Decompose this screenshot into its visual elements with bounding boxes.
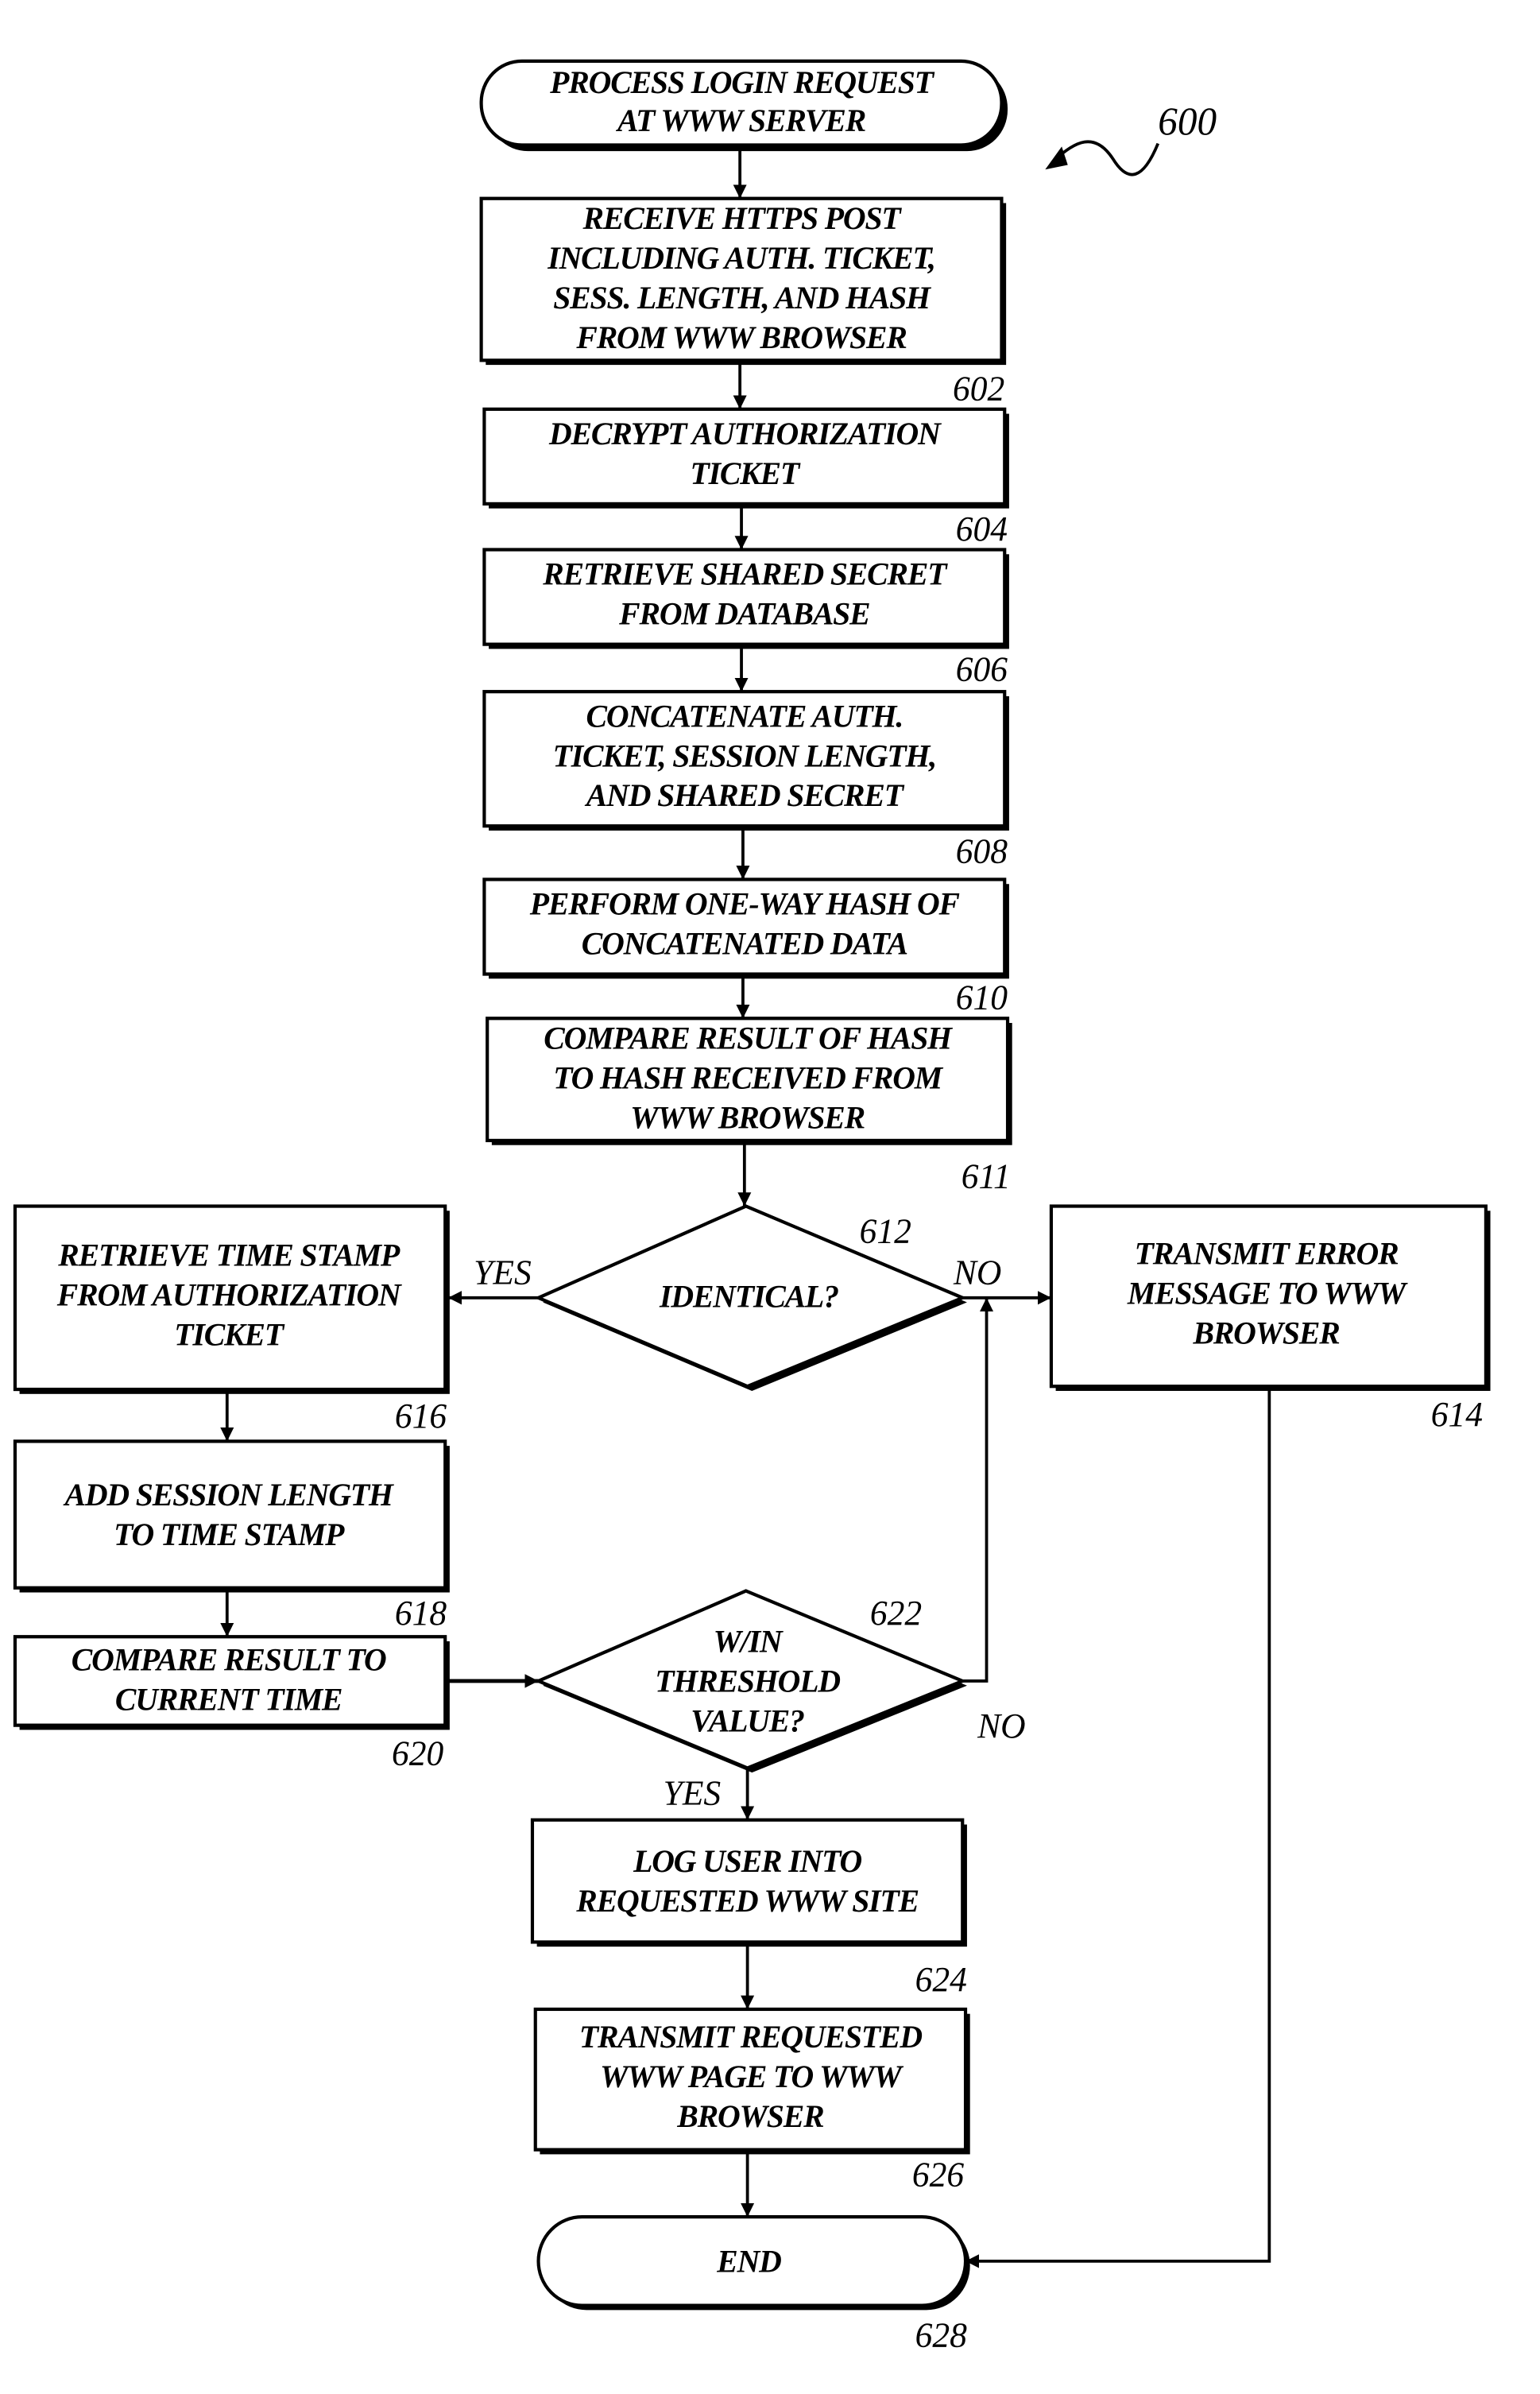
node-620-line: COMPARE RESULT TO	[72, 1641, 386, 1677]
node-611-line: WWW BROWSER	[630, 1099, 865, 1135]
decision-612-yes-label: YES	[474, 1253, 532, 1292]
node-602: RECEIVE HTTPS POST INCLUDING AUTH. TICKET…	[479, 196, 1007, 408]
node-614-line: MESSAGE TO WWW	[1127, 1275, 1408, 1311]
decision-612: IDENTICAL? 612 YES NO	[474, 1204, 1001, 1391]
node-624-line: LOG USER INTO	[633, 1843, 861, 1879]
start-text-line: PROCESS LOGIN REQUEST	[549, 64, 934, 100]
ref-624: 624	[915, 1961, 967, 1999]
node-602-line: FROM WWW BROWSER	[575, 320, 907, 355]
node-626-line: BROWSER	[676, 2098, 824, 2134]
ref-611: 611	[962, 1157, 1011, 1195]
node-618: ADD SESSION LENGTH TO TIME STAMP 618	[13, 1439, 450, 1633]
node-614-line: TRANSMIT ERROR	[1135, 1235, 1399, 1271]
node-606-line: FROM DATABASE	[618, 595, 869, 631]
node-608-line: TICKET, SESSION LENGTH,	[553, 738, 936, 773]
svg-text:CONCATENATE AUTH.TICKET, SESSI: CONCATENATE AUTH. TICKET, SESSION LENGTH,…	[553, 698, 936, 813]
node-624-line: REQUESTED WWW SITE	[575, 1883, 919, 1919]
node-616-line: FROM AUTHORIZATION	[56, 1276, 403, 1312]
decision-612-text: IDENTICAL?	[659, 1278, 838, 1314]
ref-604: 604	[956, 510, 1008, 548]
node-618-line: ADD SESSION LENGTH	[63, 1477, 395, 1513]
node-610-line: CONCATENATED DATA	[582, 925, 908, 961]
decision-612-no-label: NO	[953, 1253, 1001, 1292]
node-604-line: TICKET	[690, 455, 800, 491]
decision-622-no-label: NO	[977, 1707, 1025, 1745]
node-626: TRANSMIT REQUESTED WWW PAGE TO WWW BROWSER…	[533, 2007, 970, 2194]
figure-number: 600	[1158, 99, 1217, 143]
ref-626: 626	[912, 2156, 964, 2194]
node-624: LOG USER INTO REQUESTED WWW SITE 624	[530, 1818, 967, 1999]
flowchart-600: 600 PROCESS LOGIN REQUEST AT WWW SERVER …	[13, 59, 1491, 2355]
node-608: CONCATENATE AUTH. TICKET, SESSION LENGTH,…	[482, 690, 1009, 870]
node-604-line: DECRYPT AUTHORIZATION	[548, 416, 942, 451]
node-616-line: TICKET	[174, 1316, 284, 1352]
node-611-line: TO HASH RECEIVED FROM	[553, 1059, 943, 1095]
node-618-line: TO TIME STAMP	[114, 1517, 345, 1552]
decision-622-text: W/IN	[714, 1623, 784, 1659]
node-608-line: CONCATENATE AUTH.	[586, 698, 903, 734]
node-608-line: AND SHARED SECRET	[584, 777, 905, 813]
ref-618: 618	[395, 1594, 447, 1633]
ref-616: 616	[395, 1397, 447, 1435]
node-606: RETRIEVE SHARED SECRET FROM DATABASE 606	[482, 548, 1009, 689]
ref-612: 612	[860, 1212, 911, 1250]
node-610-line: PERFORM ONE-WAY HASH OF	[529, 885, 961, 921]
node-602-line: SESS. LENGTH, AND HASH	[553, 280, 932, 316]
node-604: DECRYPT AUTHORIZATION TICKET 604	[482, 407, 1009, 548]
ref-602: 602	[953, 370, 1004, 408]
ref-622: 622	[870, 1594, 922, 1633]
node-606-line: RETRIEVE SHARED SECRET	[542, 556, 948, 591]
ref-620: 620	[392, 1734, 443, 1772]
node-602-line: INCLUDING AUTH. TICKET,	[547, 240, 935, 276]
ref-614: 614	[1431, 1396, 1483, 1434]
ref-608: 608	[956, 832, 1008, 870]
node-616-line: RETRIEVE TIME STAMP	[57, 1237, 400, 1273]
decision-622-yes-label: YES	[664, 1774, 722, 1812]
node-620: COMPARE RESULT TO CURRENT TIME 620	[13, 1635, 450, 1773]
node-626-line: WWW PAGE TO WWW	[600, 2059, 903, 2094]
node-end: END 628	[536, 2215, 970, 2355]
node-616: RETRIEVE TIME STAMP FROM AUTHORIZATION TIC…	[13, 1204, 450, 1435]
connector-622-no-loop	[962, 1297, 994, 1683]
ref-610: 610	[956, 978, 1008, 1017]
decision-622-text: VALUE?	[691, 1703, 804, 1738]
node-620-line: CURRENT TIME	[115, 1681, 342, 1717]
decision-622-text: THRESHOLD	[655, 1663, 840, 1699]
start-text-line: AT WWW SERVER	[615, 103, 866, 138]
node-611: COMPARE RESULT OF HASH TO HASH RECEIVED F…	[486, 1017, 1012, 1196]
node-start: PROCESS LOGIN REQUEST AT WWW SERVER	[479, 59, 1008, 152]
end-text: END	[716, 2243, 781, 2279]
node-611-line: COMPARE RESULT OF HASH	[544, 1020, 954, 1056]
node-610: PERFORM ONE-WAY HASH OF CONCATENATED DATA…	[482, 877, 1009, 1017]
ref-628: 628	[915, 2316, 967, 2354]
decision-622: W/IN THRESHOLD VALUE? 622 NO YES	[534, 1589, 1026, 1813]
svg-text:IDENTICAL?: IDENTICAL?	[659, 1278, 838, 1314]
figure-pointer-icon	[1051, 140, 1160, 176]
node-614-line: BROWSER	[1192, 1315, 1340, 1350]
connector-614-end	[965, 1389, 1271, 2268]
node-602-line: RECEIVE HTTPS POST	[582, 200, 903, 236]
node-626-line: TRANSMIT REQUESTED	[579, 2019, 922, 2055]
ref-606: 606	[956, 650, 1008, 688]
